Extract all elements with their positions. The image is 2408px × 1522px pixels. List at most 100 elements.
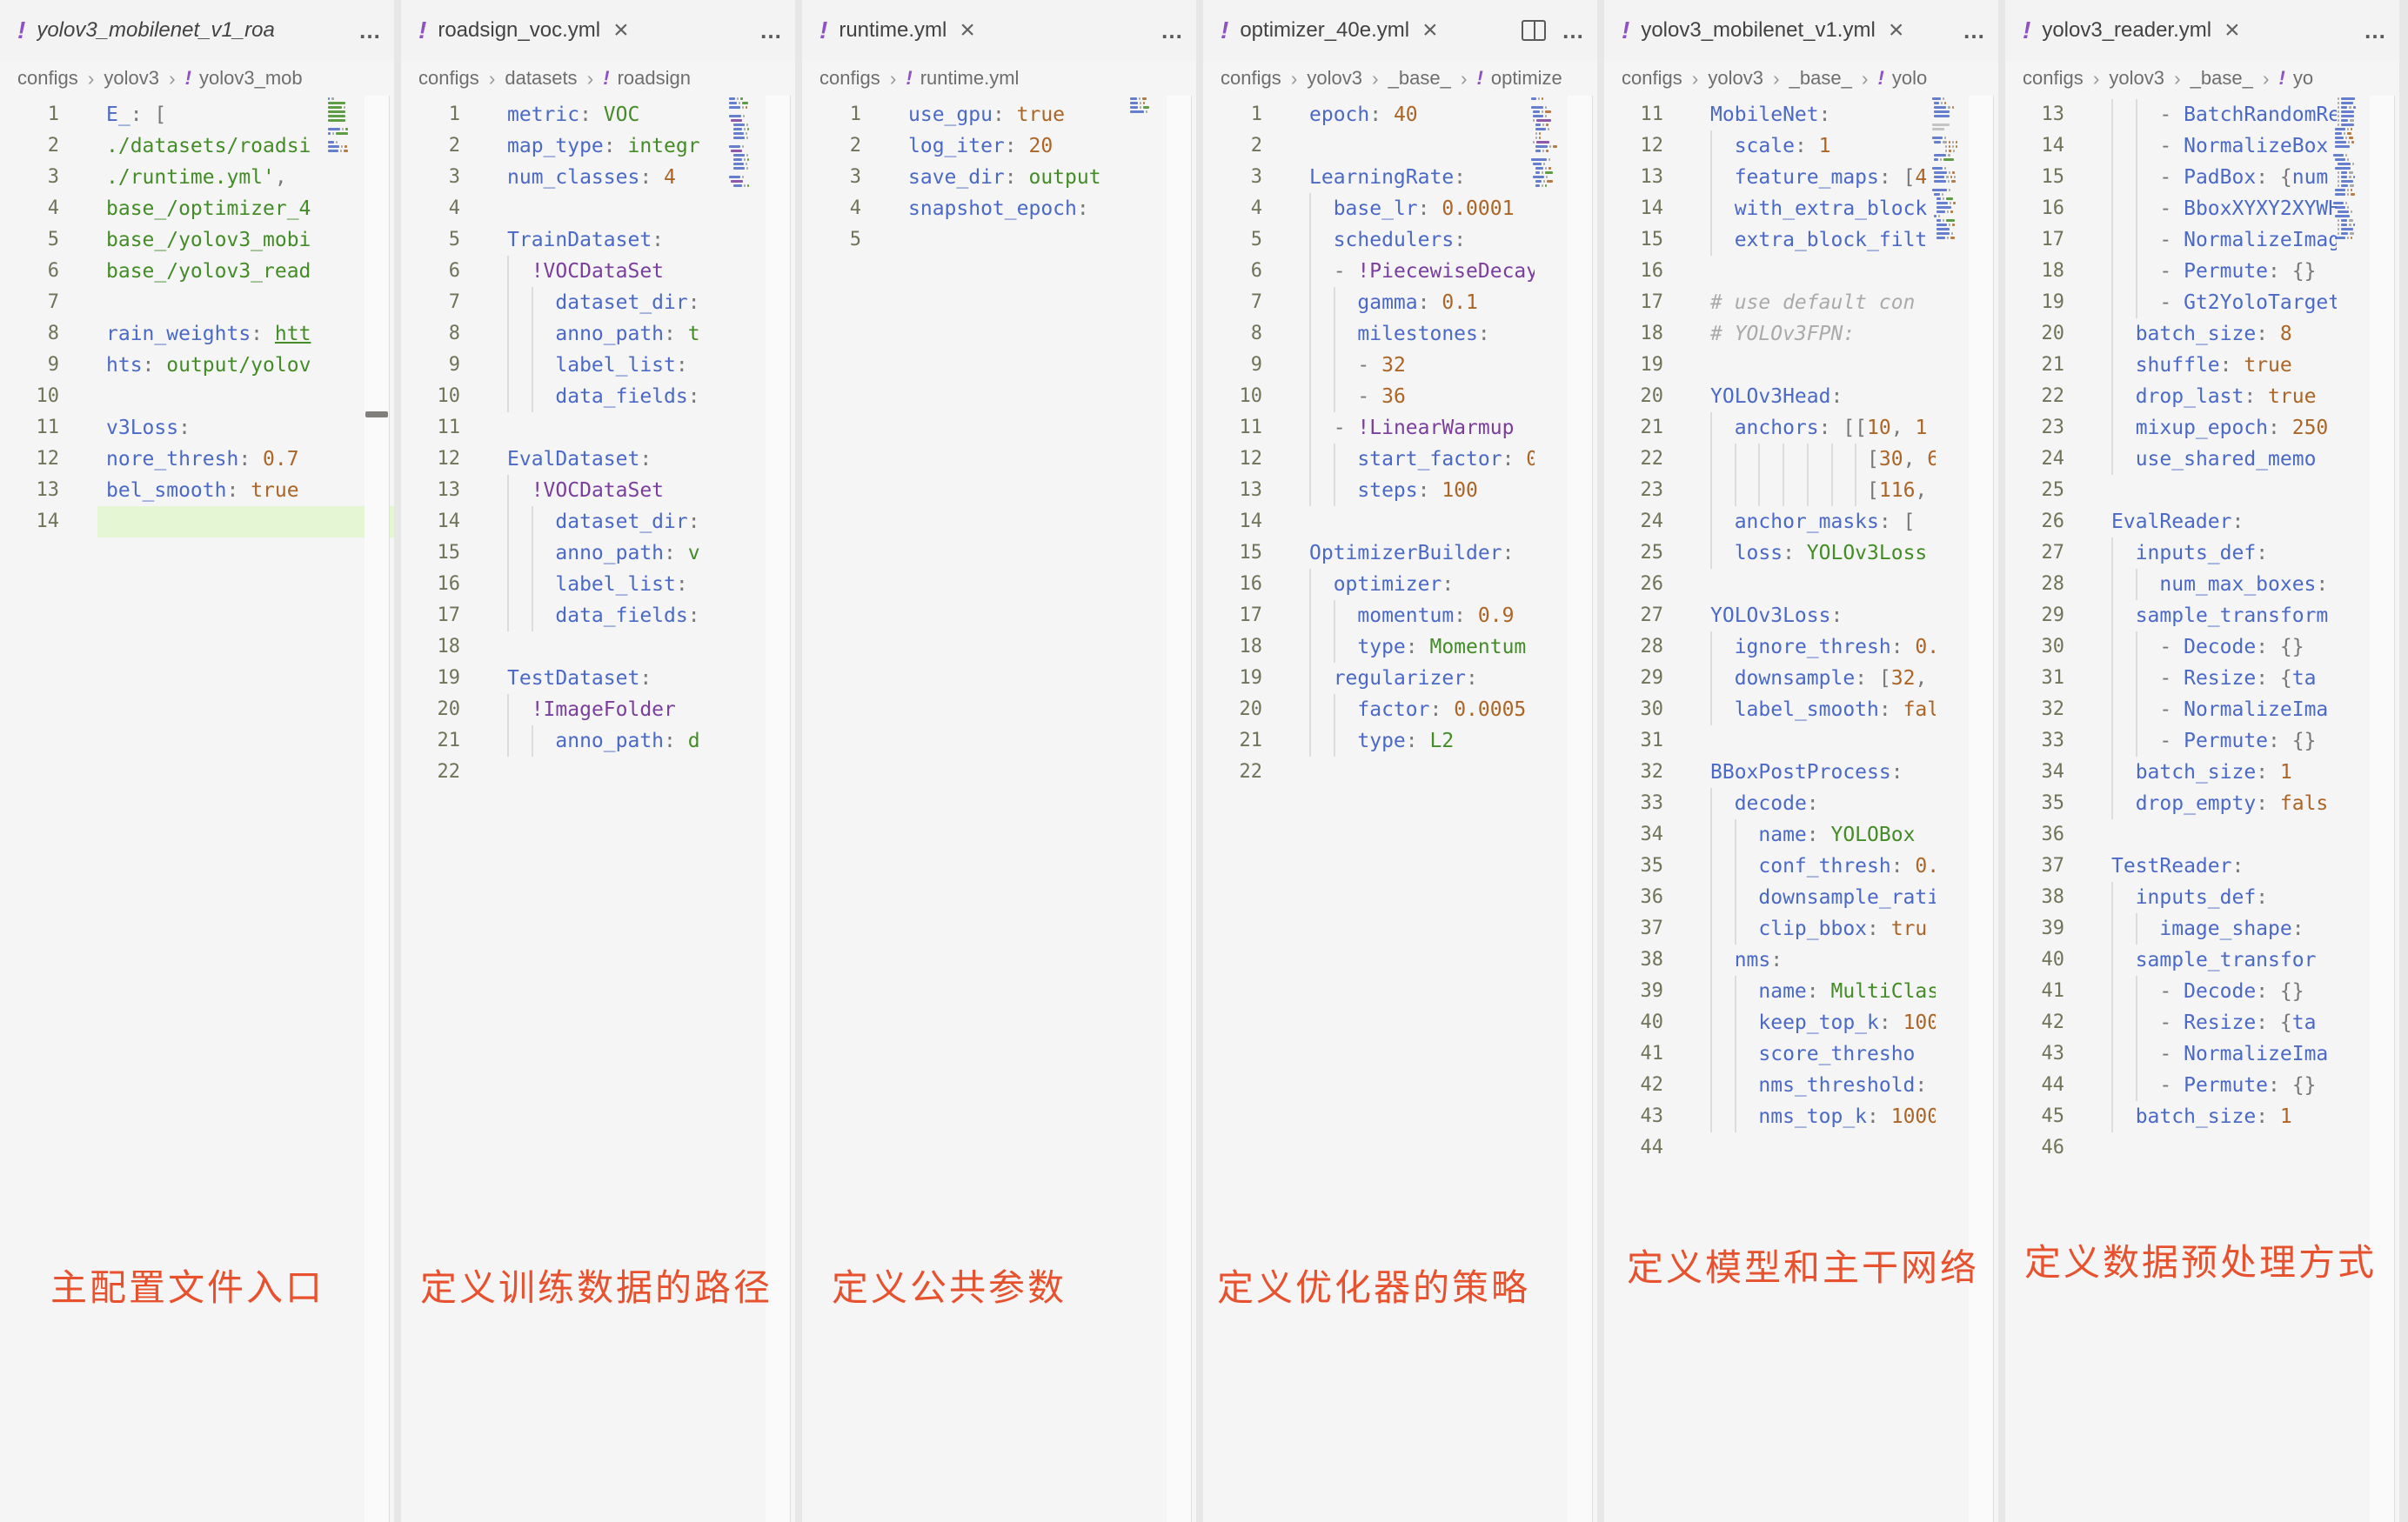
minimap[interactable] bbox=[1130, 97, 1167, 119]
breadcrumb-item[interactable]: _base_ bbox=[1789, 67, 1852, 90]
tab-title: yolov3_mobilenet_v1_roa bbox=[37, 18, 275, 43]
close-icon[interactable] bbox=[613, 0, 629, 61]
code-line: 38 inputs_def: bbox=[2005, 882, 2399, 913]
line-number: 22 bbox=[1604, 444, 1663, 475]
tab[interactable]: yolov3_mobilenet_v1.yml bbox=[1604, 0, 1912, 61]
indent-guide bbox=[1309, 631, 1311, 663]
scrollbar-track[interactable] bbox=[2370, 96, 2395, 1522]
code-editor[interactable]: 13 - BatchRandomRes14 - NormalizeBox15 -… bbox=[2005, 96, 2399, 1522]
breadcrumb-item[interactable]: yolov3 bbox=[2109, 67, 2164, 90]
breadcrumb-item[interactable]: yolov3 bbox=[104, 67, 159, 90]
indent-guide bbox=[2111, 381, 2113, 412]
close-icon[interactable] bbox=[1422, 0, 1438, 61]
indent-guide bbox=[1309, 318, 1311, 350]
breadcrumb-file[interactable]: runtime.yml bbox=[920, 67, 1020, 90]
close-icon[interactable] bbox=[2224, 0, 2240, 61]
line-number: 19 bbox=[1604, 350, 1663, 381]
line-number: 37 bbox=[2005, 851, 2064, 882]
minimap[interactable] bbox=[729, 97, 766, 193]
scrollbar-track[interactable] bbox=[1568, 96, 1593, 1522]
code-text: - Resize: {ta bbox=[2111, 1007, 2337, 1038]
close-icon[interactable] bbox=[1889, 0, 1904, 61]
breadcrumb-item[interactable]: configs bbox=[2023, 67, 2084, 90]
close-icon[interactable] bbox=[960, 0, 975, 61]
minimap[interactable] bbox=[1932, 97, 1969, 245]
indent-guide bbox=[1758, 475, 1760, 506]
breadcrumb-item[interactable]: _base_ bbox=[1388, 67, 1451, 90]
code-line: 20YOLOv3Head: bbox=[1604, 381, 1998, 412]
indent-guide bbox=[1783, 444, 1784, 475]
editor-actions bbox=[1161, 0, 1184, 61]
code-text: use_gpu: true bbox=[908, 99, 1134, 130]
breadcrumb-file[interactable]: yolo bbox=[1892, 67, 1927, 90]
minimap[interactable] bbox=[328, 97, 365, 158]
tab[interactable]: yolov3_reader.yml bbox=[2005, 0, 2249, 61]
breadcrumb-item[interactable]: datasets bbox=[505, 67, 577, 90]
more-actions-icon[interactable] bbox=[358, 0, 382, 61]
breadcrumb-file[interactable]: optimize bbox=[1491, 67, 1562, 90]
indent-guide bbox=[2111, 569, 2113, 600]
breadcrumb-item[interactable]: configs bbox=[819, 67, 880, 90]
code-editor[interactable]: 11MobileNet:12 scale: 113 feature_maps: … bbox=[1604, 96, 1998, 1522]
more-actions-icon[interactable] bbox=[1562, 0, 1585, 61]
breadcrumb-item[interactable]: configs bbox=[1221, 67, 1281, 90]
more-actions-icon[interactable] bbox=[759, 0, 783, 61]
tab-title: yolov3_mobilenet_v1.yml bbox=[1641, 18, 1875, 43]
scrollbar-track[interactable] bbox=[1969, 96, 1994, 1522]
indent-guide bbox=[1735, 913, 1736, 945]
scrollbar-track[interactable] bbox=[365, 96, 390, 1522]
more-actions-icon[interactable] bbox=[2364, 0, 2387, 61]
code-text: momentum: 0.9 bbox=[1309, 600, 1535, 631]
indent-guide bbox=[1735, 1007, 1736, 1038]
breadcrumb-item[interactable]: configs bbox=[17, 67, 78, 90]
breadcrumb-item[interactable]: yolov3 bbox=[1708, 67, 1763, 90]
code-line: 44 - Permute: {} bbox=[2005, 1070, 2399, 1101]
indent-guide bbox=[1710, 882, 1712, 913]
code-text: name: MultiClas bbox=[1710, 976, 1936, 1007]
minimap[interactable] bbox=[1531, 97, 1568, 193]
breadcrumb-item[interactable]: configs bbox=[1622, 67, 1682, 90]
indent-guide bbox=[2111, 600, 2113, 631]
line-number: 34 bbox=[2005, 757, 2064, 788]
code-text: image_shape: bbox=[2111, 913, 2337, 945]
indent-guide bbox=[1735, 1101, 1736, 1132]
annotation-label: 定义训练数据的路径 bbox=[420, 1258, 773, 1312]
more-actions-icon[interactable] bbox=[1161, 0, 1184, 61]
tab-bar: yolov3_mobilenet_v1.yml bbox=[1604, 0, 1998, 61]
indent-guide bbox=[2136, 130, 2137, 162]
line-number: 34 bbox=[1604, 819, 1663, 851]
minimap[interactable] bbox=[2333, 97, 2370, 245]
breadcrumb-file[interactable]: yo bbox=[2293, 67, 2313, 90]
code-line: 36 bbox=[2005, 819, 2399, 851]
code-text bbox=[1710, 725, 1936, 757]
yaml-file-icon bbox=[185, 67, 191, 90]
breadcrumb-file[interactable]: roadsign bbox=[618, 67, 691, 90]
tab[interactable]: roadsign_voc.yml bbox=[401, 0, 638, 61]
breadcrumb-item[interactable]: configs bbox=[418, 67, 479, 90]
code-text: num_max_boxes: bbox=[2111, 569, 2337, 600]
line-number: 1 bbox=[0, 99, 59, 130]
code-line: 25 loss: YOLOv3Loss bbox=[1604, 537, 1998, 569]
breadcrumb-file[interactable]: yolov3_mob bbox=[199, 67, 303, 90]
code-text: conf_thresh: 0.0 bbox=[1710, 851, 1936, 882]
code-line: 11 bbox=[401, 412, 795, 444]
split-editor-icon[interactable] bbox=[1522, 20, 1546, 41]
line-number: 14 bbox=[401, 506, 460, 537]
code-line: 46 bbox=[2005, 1132, 2399, 1164]
indent-guide bbox=[507, 725, 509, 757]
indent-guide bbox=[1831, 475, 1833, 506]
code-text: base_/yolov3_mobi bbox=[106, 224, 331, 256]
more-actions-icon[interactable] bbox=[1963, 0, 1986, 61]
breadcrumb-item[interactable]: _base_ bbox=[2191, 67, 2253, 90]
tab[interactable]: runtime.yml bbox=[802, 0, 984, 61]
indent-guide bbox=[1758, 444, 1760, 475]
editor-actions bbox=[358, 0, 382, 61]
line-number: 14 bbox=[2005, 130, 2064, 162]
tab[interactable]: yolov3_mobilenet_v1_roa bbox=[0, 0, 284, 61]
breadcrumb-item[interactable]: yolov3 bbox=[1307, 67, 1362, 90]
tab[interactable]: optimizer_40e.yml bbox=[1203, 0, 1447, 61]
code-text: factor: 0.0005 bbox=[1309, 694, 1535, 725]
resize-handle[interactable] bbox=[365, 411, 388, 417]
scrollbar-track[interactable] bbox=[1167, 96, 1192, 1522]
indent-guide bbox=[1710, 1007, 1712, 1038]
